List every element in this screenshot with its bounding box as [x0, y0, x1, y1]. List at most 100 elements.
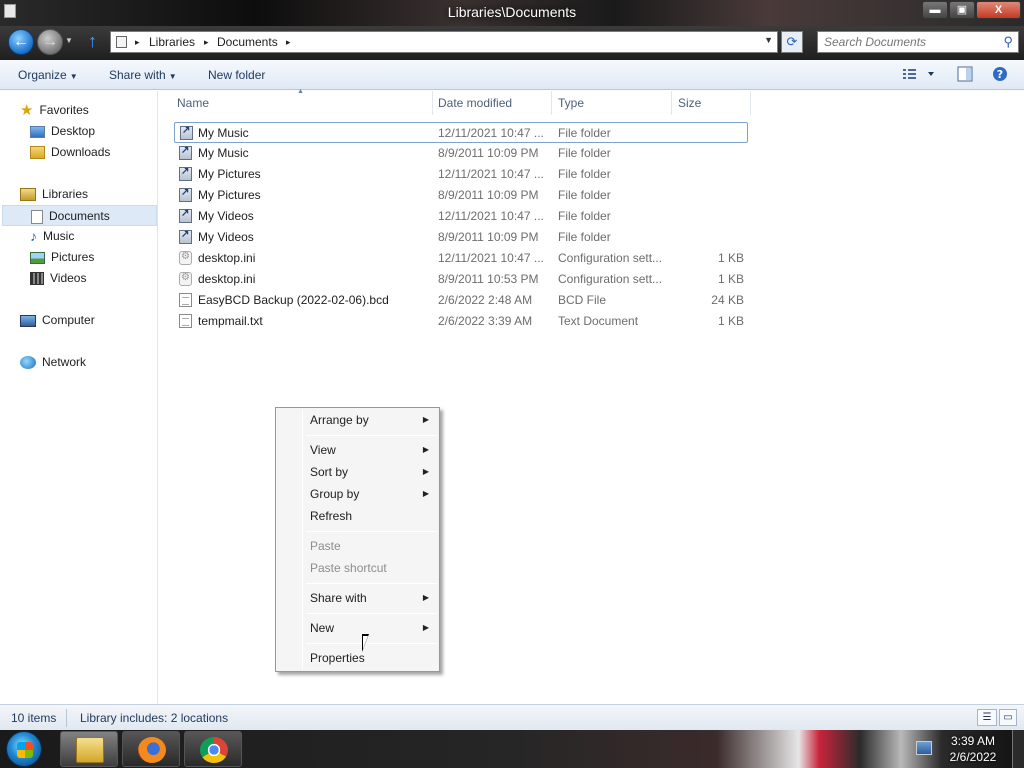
file-date: 8/9/2011 10:09 PM [438, 230, 539, 244]
start-button[interactable] [6, 731, 42, 767]
share-with-button[interactable]: Share with ▼ [109, 68, 177, 82]
forward-button[interactable]: → [37, 29, 63, 55]
nav-pictures[interactable]: Pictures [30, 247, 94, 268]
clock-time: 3:39 AM [950, 734, 996, 748]
taskbar-app-firefox[interactable] [122, 731, 180, 767]
menu-item-label: Sort by [310, 465, 349, 479]
file-date: 2/6/2022 2:48 AM [438, 293, 533, 307]
file-name: My Videos [198, 209, 254, 223]
breadcrumb-separator[interactable]: ▸ [286, 37, 291, 48]
column-header-date[interactable]: Date modified [438, 96, 512, 110]
menu-item-refresh[interactable]: Refresh [278, 505, 437, 527]
file-row[interactable]: tempmail.txt 2/6/2022 3:39 AM Text Docum… [174, 311, 748, 332]
windows-logo-icon [17, 742, 33, 758]
back-button[interactable]: ← [8, 29, 34, 55]
sort-ascending-icon: ▲ [297, 88, 304, 95]
nav-downloads-label: Downloads [51, 145, 111, 159]
show-desktop-button[interactable] [1012, 730, 1024, 768]
breadcrumb-documents[interactable]: Documents [217, 35, 278, 49]
recent-pages-dropdown[interactable]: ▼ [65, 36, 73, 45]
file-type: File folder [558, 230, 611, 244]
column-header-name[interactable]: Name [177, 96, 209, 110]
nav-downloads[interactable]: Downloads [30, 142, 110, 163]
column-divider[interactable] [671, 91, 672, 115]
file-row[interactable]: My Pictures 12/11/2021 10:47 ... File fo… [174, 164, 748, 185]
menu-item-group-by[interactable]: Group by ▶ [278, 483, 437, 505]
search-input[interactable] [824, 35, 994, 49]
large-icons-view-icon[interactable]: ▭ [999, 709, 1017, 726]
file-row[interactable]: EasyBCD Backup (2022-02-06).bcd 2/6/2022… [174, 290, 748, 311]
column-divider[interactable] [551, 91, 552, 115]
window-title: Libraries\Documents [447, 4, 577, 20]
file-row[interactable]: My Music 12/11/2021 10:47 ... File folde… [174, 122, 748, 143]
menu-item-label: View [310, 443, 336, 457]
organize-button[interactable]: Organize ▼ [18, 68, 78, 82]
file-row[interactable]: My Videos 8/9/2011 10:09 PM File folder [174, 227, 748, 248]
menu-item-view[interactable]: View ▶ [278, 439, 437, 461]
file-row[interactable]: desktop.ini 8/9/2011 10:53 PM Configurat… [174, 269, 748, 290]
menu-item-share-with[interactable]: Share with ▶ [278, 587, 437, 609]
new-folder-button[interactable]: New folder [208, 68, 265, 82]
help-icon[interactable]: ? [992, 66, 1008, 85]
column-divider[interactable] [432, 91, 433, 115]
desktop-icon [30, 125, 45, 138]
file-row[interactable]: My Pictures 8/9/2011 10:09 PM File folde… [174, 185, 748, 206]
breadcrumb-libraries[interactable]: Libraries [149, 35, 195, 49]
nav-favorites[interactable]: ★ Favorites [20, 100, 89, 121]
menu-item-properties[interactable]: Properties [278, 647, 437, 669]
nav-documents-label: Documents [49, 209, 110, 223]
search-box[interactable]: ⚲ [817, 31, 1019, 53]
close-button[interactable]: X [976, 1, 1021, 19]
menu-item-arrange-by[interactable]: Arrange by ▶ [278, 409, 437, 431]
nav-network[interactable]: Network [20, 352, 86, 373]
minimize-button[interactable]: ▬ [922, 1, 948, 19]
menu-item-new[interactable]: New ▶ [278, 617, 437, 639]
nav-videos[interactable]: Videos [30, 268, 86, 289]
nav-documents[interactable]: Documents [2, 205, 157, 226]
documents-icon [31, 209, 43, 224]
svg-text:?: ? [997, 68, 1003, 81]
libraries-icon [20, 188, 36, 202]
column-header-type[interactable]: Type [558, 96, 584, 110]
file-row[interactable]: My Videos 12/11/2021 10:47 ... File fold… [174, 206, 748, 227]
file-row[interactable]: My Music 8/9/2011 10:09 PM File folder [174, 143, 748, 164]
menu-item-sort-by[interactable]: Sort by ▶ [278, 461, 437, 483]
folder-shortcut-icon [179, 208, 192, 223]
search-icon[interactable]: ⚲ [1003, 34, 1013, 50]
address-history-dropdown[interactable]: ▼ [764, 35, 773, 45]
network-tray-icon[interactable] [916, 741, 932, 755]
menu-item-label: Arrange by [310, 413, 369, 427]
taskbar-app-explorer[interactable] [60, 731, 118, 767]
maximize-button[interactable]: ▣ [949, 1, 975, 19]
address-bar[interactable]: ▸ Libraries ▸ Documents ▸ ▼ [110, 31, 778, 53]
refresh-button[interactable]: ⟳ [781, 31, 803, 53]
details-view-icon[interactable]: ☰ [977, 709, 997, 726]
menu-item-label: Group by [310, 487, 360, 501]
system-clock[interactable]: 3:39 AM 2/6/2022 [942, 733, 1004, 765]
column-header-size[interactable]: Size [678, 96, 701, 110]
breadcrumb-separator[interactable]: ▸ [135, 37, 140, 48]
menu-separator [306, 531, 437, 532]
file-type: File folder [558, 209, 611, 223]
change-view-icon[interactable] [902, 66, 934, 85]
breadcrumb-separator[interactable]: ▸ [204, 37, 209, 48]
column-divider[interactable] [750, 91, 751, 115]
file-date: 8/9/2011 10:53 PM [438, 272, 539, 286]
chevron-down-icon: ▼ [69, 72, 78, 81]
nav-desktop[interactable]: Desktop [30, 121, 95, 142]
taskbar-app-chrome[interactable] [184, 731, 242, 767]
file-name: My Videos [198, 230, 254, 244]
nav-music[interactable]: ♪ Music [30, 226, 74, 247]
menu-item-label: Refresh [310, 509, 353, 523]
nav-videos-label: Videos [50, 271, 87, 285]
file-type: File folder [558, 188, 611, 202]
up-arrow-icon[interactable]: ↑ [88, 31, 97, 52]
file-name: My Music [198, 126, 249, 140]
preview-pane-icon[interactable] [957, 66, 973, 85]
firefox-icon [138, 737, 166, 763]
file-type: File folder [558, 126, 611, 140]
nav-libraries[interactable]: Libraries [20, 184, 88, 205]
file-row[interactable]: desktop.ini 12/11/2021 10:47 ... Configu… [174, 248, 748, 269]
file-date: 2/6/2022 3:39 AM [438, 314, 533, 328]
nav-computer[interactable]: Computer [20, 310, 95, 331]
